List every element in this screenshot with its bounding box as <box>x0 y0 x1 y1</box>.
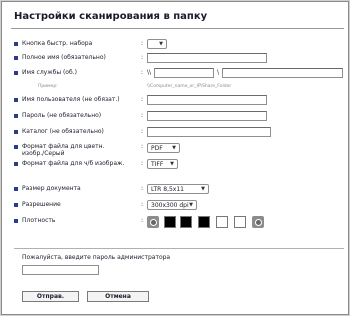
password-input[interactable] <box>147 111 267 121</box>
bullet-icon <box>14 145 18 149</box>
bullet-icon <box>14 114 18 118</box>
unc-prefix: \\ <box>147 69 152 76</box>
admin-password-label: Пожалуйста, введите пароль администратор… <box>22 254 171 261</box>
density-level-2[interactable] <box>180 216 192 228</box>
colon: : <box>141 201 144 208</box>
example-text: \\Computer_name_or_IP\Share_Folder <box>147 84 232 89</box>
colon: : <box>141 96 144 103</box>
row-density: Плотность : <box>2 216 350 229</box>
quick-dial-select[interactable]: ▼ <box>147 39 167 49</box>
admin-password-input[interactable] <box>22 265 99 275</box>
user-name-input[interactable] <box>147 95 267 105</box>
row-service-example: Пример: \\Computer_name_or_IP\Share_Fold… <box>2 82 350 93</box>
bw-format-label: Формат файла для ч/б изображ. <box>22 160 125 167</box>
section-divider <box>14 248 344 249</box>
doc-size-select[interactable]: LTR 8,5x11 ▼ <box>147 184 209 194</box>
row-doc-size: Размер документа : LTR 8,5x11 ▼ <box>2 184 350 195</box>
example-label: Пример: <box>38 84 58 89</box>
resolution-label: Разрешение <box>22 201 61 208</box>
user-name-label: Имя пользователя (не обязат.) <box>22 96 120 103</box>
density-lighter-icon[interactable] <box>147 216 159 228</box>
colon: : <box>141 54 144 61</box>
title-divider <box>11 28 344 29</box>
bullet-icon <box>14 56 18 60</box>
color-format-select[interactable]: PDF ▼ <box>147 143 180 153</box>
page-title: Настройки сканирования в папку <box>14 11 208 22</box>
directory-input[interactable] <box>147 127 271 137</box>
bullet-icon <box>14 162 18 166</box>
bw-format-value: TIFF <box>151 160 164 168</box>
colon: : <box>141 69 144 76</box>
bullet-icon <box>14 219 18 223</box>
color-format-value: PDF <box>151 144 163 152</box>
doc-size-value: LTR 8,5x11 <box>151 185 184 193</box>
bullet-icon <box>14 203 18 207</box>
chevron-down-icon: ▼ <box>189 202 193 208</box>
row-full-name: Полное имя (обязательно) : <box>2 53 350 64</box>
colon: : <box>141 217 144 224</box>
cancel-button[interactable]: Отмена <box>87 291 149 302</box>
bullet-icon <box>14 98 18 102</box>
row-resolution: Разрешение : 300x300 dpi ▼ <box>2 200 350 211</box>
density-level-4[interactable] <box>216 216 228 228</box>
service-name-label: Имя службы (об.) <box>22 69 77 76</box>
row-password: Пароль (не обязательно) : <box>2 111 350 122</box>
density-level-3[interactable] <box>198 216 210 228</box>
row-service-name: Имя службы (об.) : \\ \ <box>2 68 350 79</box>
chevron-down-icon: ▼ <box>201 186 205 192</box>
colon: : <box>141 128 144 135</box>
quick-dial-label: Кнопка быстр. набора <box>22 40 93 47</box>
full-name-label: Полное имя (обязательно) <box>22 54 106 61</box>
density-darker-icon[interactable] <box>252 216 264 228</box>
bullet-icon <box>14 42 18 46</box>
send-button[interactable]: Отправ. <box>22 291 79 302</box>
row-directory: Каталог (не обязательно) : <box>2 127 350 138</box>
bullet-icon <box>14 130 18 134</box>
row-user-name: Имя пользователя (не обязат.) : <box>2 95 350 106</box>
row-bw-format: Формат файла для ч/б изображ. : TIFF ▼ <box>2 159 350 170</box>
bw-format-select[interactable]: TIFF ▼ <box>147 159 178 169</box>
resolution-select[interactable]: 300x300 dpi ▼ <box>147 200 197 210</box>
colon: : <box>141 112 144 119</box>
scan-to-folder-panel: Настройки сканирования в папку Кнопка бы… <box>1 1 349 315</box>
row-color-format: Формат файла для цветн. изобр./Серый : P… <box>2 142 350 158</box>
chevron-down-icon: ▼ <box>170 161 174 167</box>
bullet-icon <box>14 71 18 75</box>
resolution-value: 300x300 dpi <box>151 201 189 209</box>
density-label: Плотность <box>22 217 56 224</box>
chevron-down-icon: ▼ <box>172 145 176 151</box>
service-share-input[interactable] <box>222 68 343 78</box>
doc-size-label: Размер документа <box>22 185 81 192</box>
colon: : <box>141 143 144 150</box>
color-format-label-line2: изобр./Серый <box>22 150 65 157</box>
colon: : <box>141 40 144 47</box>
density-level-1[interactable] <box>164 216 176 228</box>
directory-label: Каталог (не обязательно) <box>22 128 104 135</box>
colon: : <box>141 185 144 192</box>
bullet-icon <box>14 187 18 191</box>
unc-separator: \ <box>217 69 220 76</box>
density-level-5[interactable] <box>234 216 246 228</box>
chevron-down-icon: ▼ <box>159 41 163 47</box>
service-host-input[interactable] <box>154 68 214 78</box>
colon: : <box>141 160 144 167</box>
row-quick-dial: Кнопка быстр. набора : ▼ <box>2 39 350 50</box>
password-label: Пароль (не обязательно) <box>22 112 102 119</box>
full-name-input[interactable] <box>147 53 267 63</box>
